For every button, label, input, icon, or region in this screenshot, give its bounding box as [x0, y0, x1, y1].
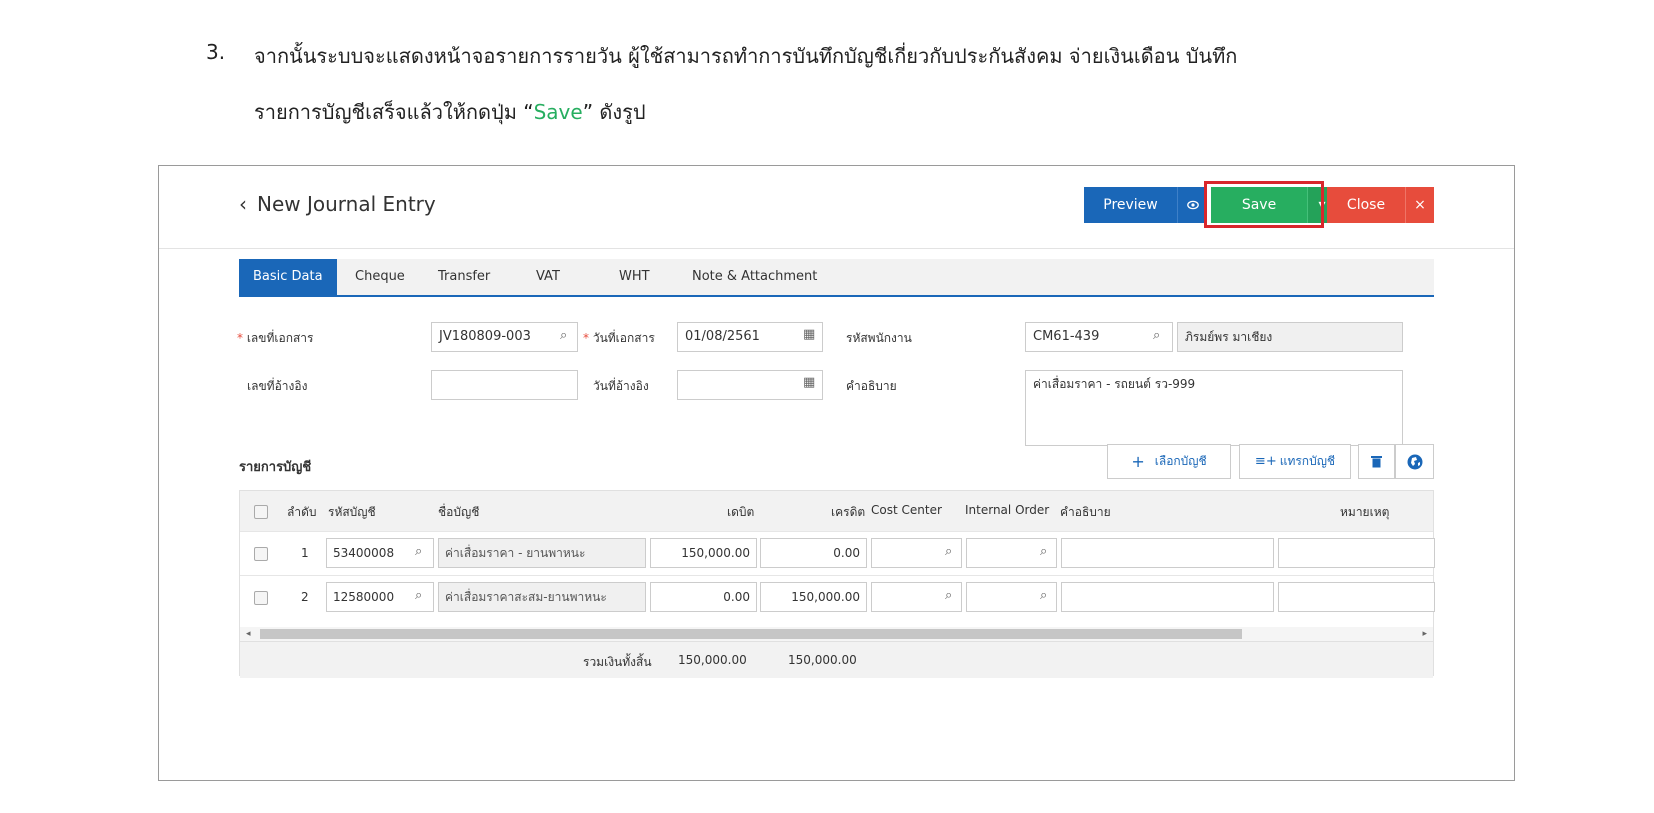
total-label: รวมเงินทั้งสิ้น	[583, 655, 652, 669]
col-name: ชื่อบัญชี	[438, 505, 480, 519]
instruction-line-1: จากนั้นระบบจะแสดงหน้าจอรายการรายวัน ผู้ใ…	[254, 44, 1238, 68]
col-cost-center: Cost Center	[871, 503, 942, 517]
debit-field[interactable]: 0.00	[650, 582, 757, 612]
table-footer: รวมเงินทั้งสิ้น 150,000.00 150,000.00	[240, 641, 1433, 678]
credit-field[interactable]: 150,000.00	[760, 582, 867, 612]
search-icon[interactable]: ⌕	[560, 328, 567, 343]
table-row: 2 12580000 ⌕ ค่าเสื่อมราคาสะสม-ยานพาหนะ …	[240, 575, 1435, 620]
search-icon[interactable]: ⌕	[415, 588, 422, 603]
doc-date-field[interactable]: 01/08/2561	[677, 322, 823, 352]
ref-no-field[interactable]	[431, 370, 578, 400]
app-screenshot: ‹ New Journal Entry Preview Save ▾ Close …	[158, 165, 1515, 781]
preview-button[interactable]: Preview	[1084, 187, 1177, 223]
row-no: 2	[301, 590, 309, 604]
tab-basic-data[interactable]: Basic Data	[239, 259, 337, 295]
col-internal-order: Internal Order	[965, 503, 1050, 517]
save-keyword: Save	[533, 100, 583, 124]
horizontal-scrollbar[interactable]: ◂ ▸	[240, 627, 1433, 641]
page-title: ‹ New Journal Entry	[239, 192, 436, 216]
accounts-section-title: รายการบัญชี	[239, 460, 312, 475]
save-highlight-box	[1204, 181, 1324, 228]
table-header: ลำดับ รหัสบัญชี ชื่อบัญชี เดบิต เครดิต C…	[240, 491, 1433, 531]
account-name-field: ค่าเสื่อมราคาสะสม-ยานพาหนะ	[438, 582, 646, 612]
insert-account-button[interactable]: ≡+ แทรกบัญชี	[1239, 444, 1351, 479]
tab-note-attachment[interactable]: Note & Attachment	[692, 259, 817, 295]
close-button[interactable]: Close	[1327, 187, 1405, 223]
employee-name-field: ภิรมย์พร มาเชียง	[1177, 322, 1403, 352]
plus-icon: +	[1131, 452, 1145, 471]
calendar-icon[interactable]: ▦	[803, 375, 815, 390]
search-icon[interactable]: ⌕	[1153, 328, 1160, 343]
close-icon[interactable]: ×	[1405, 187, 1434, 223]
description-label: คำอธิบาย	[846, 379, 897, 393]
search-icon[interactable]: ⌕	[1040, 544, 1047, 559]
search-icon[interactable]: ⌕	[945, 544, 952, 559]
description-field[interactable]: ค่าเสื่อมราคา - รถยนต์ รว-999	[1025, 370, 1403, 446]
col-credit: เครดิต	[831, 505, 866, 519]
scrollbar-thumb[interactable]	[260, 629, 1242, 639]
search-icon[interactable]: ⌕	[945, 588, 952, 603]
doc-date-label: * วันที่เอกสาร	[583, 331, 655, 345]
scroll-right-icon[interactable]: ▸	[1422, 629, 1427, 639]
delete-icon[interactable]	[1358, 444, 1395, 479]
ref-no-label: เลขที่อ้างอิง	[247, 379, 308, 393]
tab-bar: Basic Data Cheque Transfer VAT WHT Note …	[239, 259, 1434, 297]
col-no: ลำดับ	[287, 505, 317, 519]
col-description: คำอธิบาย	[1060, 505, 1111, 519]
employee-code-label: รหัสพนักงาน	[846, 331, 912, 345]
col-code: รหัสบัญชี	[328, 505, 376, 519]
calendar-icon[interactable]: ▦	[803, 327, 815, 342]
ref-date-field[interactable]	[677, 370, 823, 400]
step-number: 3.	[206, 40, 226, 64]
tab-wht[interactable]: WHT	[619, 259, 650, 295]
scroll-left-icon[interactable]: ◂	[246, 629, 251, 639]
debit-field[interactable]: 150,000.00	[650, 538, 757, 568]
employee-code-field[interactable]: CM61-439	[1025, 322, 1173, 352]
back-icon[interactable]: ‹	[239, 192, 247, 216]
instruction-line-2: รายการบัญชีเสร็จแล้วให้กดปุ่ม “Save” ดัง…	[254, 100, 646, 124]
tab-transfer[interactable]: Transfer	[438, 259, 490, 295]
header-divider	[159, 248, 1514, 249]
doc-no-field[interactable]: JV180809-003	[431, 322, 578, 352]
remark-field[interactable]	[1278, 538, 1435, 568]
tab-cheque[interactable]: Cheque	[355, 259, 405, 295]
instruction-block: 3. จากนั้นระบบจะแสดงหน้าจอรายการรายวัน ผ…	[206, 40, 1506, 130]
tab-vat[interactable]: VAT	[536, 259, 560, 295]
col-remark: หมายเหตุ	[1340, 505, 1390, 519]
row-checkbox[interactable]	[254, 547, 268, 561]
select-account-button[interactable]: + เลือกบัญชี	[1107, 444, 1231, 479]
search-icon[interactable]: ⌕	[415, 544, 422, 559]
line-description-field[interactable]	[1061, 538, 1274, 568]
col-debit: เดบิต	[727, 505, 755, 519]
total-credit: 150,000.00	[788, 653, 857, 667]
row-checkbox[interactable]	[254, 591, 268, 605]
select-all-checkbox[interactable]	[254, 505, 268, 519]
insert-list-icon: ≡+	[1254, 454, 1277, 469]
total-debit: 150,000.00	[678, 653, 747, 667]
globe-icon[interactable]	[1395, 444, 1434, 479]
eye-icon[interactable]	[1177, 187, 1207, 223]
doc-no-label: * เลขที่เอกสาร	[237, 331, 314, 345]
account-name-field: ค่าเสื่อมราคา - ยานพาหนะ	[438, 538, 646, 568]
accounts-table: ลำดับ รหัสบัญชี ชื่อบัญชี เดบิต เครดิต C…	[239, 490, 1435, 678]
table-row: 1 53400008 ⌕ ค่าเสื่อมราคา - ยานพาหนะ 15…	[240, 531, 1435, 576]
ref-date-label: วันที่อ้างอิง	[593, 379, 649, 393]
remark-field[interactable]	[1278, 582, 1435, 612]
credit-field[interactable]: 0.00	[760, 538, 867, 568]
line-description-field[interactable]	[1061, 582, 1274, 612]
search-icon[interactable]: ⌕	[1040, 588, 1047, 603]
row-no: 1	[301, 546, 309, 560]
